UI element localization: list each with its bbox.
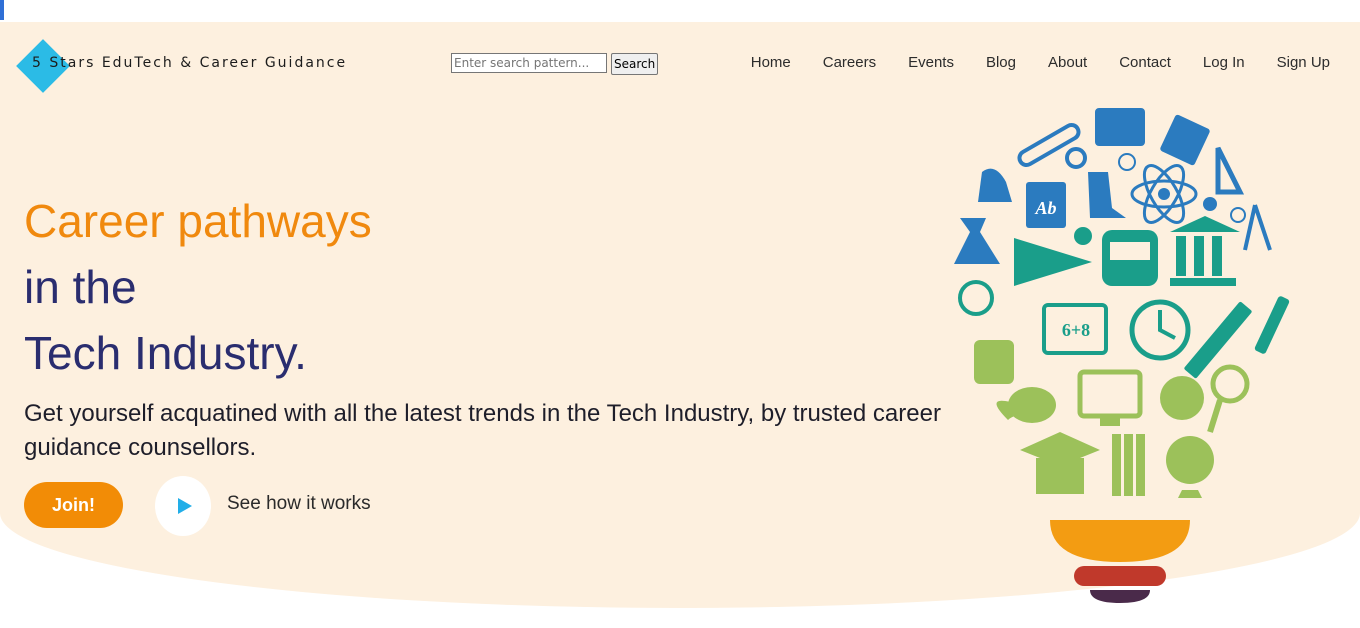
bulb-base-red bbox=[1074, 566, 1166, 586]
nav-events[interactable]: Events bbox=[908, 54, 954, 71]
see-how-link[interactable]: See how it works bbox=[227, 493, 371, 515]
nav-home[interactable]: Home bbox=[751, 54, 791, 71]
join-button[interactable]: Join! bbox=[24, 482, 123, 528]
search-input[interactable] bbox=[451, 53, 607, 73]
play-button[interactable] bbox=[155, 476, 211, 536]
headline-line-3: Tech Industry. bbox=[24, 327, 307, 379]
nav-signup[interactable]: Sign Up bbox=[1277, 54, 1330, 71]
headline-line-1: Career pathways bbox=[24, 195, 372, 247]
book-label: Ab bbox=[1034, 198, 1056, 218]
corner-marker bbox=[0, 0, 4, 20]
hero-subtext: Get yourself acquatined with all the lat… bbox=[24, 400, 941, 461]
search-button[interactable]: Search bbox=[611, 53, 659, 75]
nav-contact[interactable]: Contact bbox=[1119, 54, 1171, 71]
lightbulb-illustration: Ab 6+8 bbox=[954, 108, 1290, 603]
main-nav: Home Careers Events Blog About Contact L… bbox=[751, 54, 1330, 71]
math-board-label: 6+8 bbox=[1062, 320, 1090, 340]
search-bar: Search bbox=[451, 53, 659, 75]
nav-careers[interactable]: Careers bbox=[823, 54, 876, 71]
brand-name: 5 Stars EduTech & Career Guidance bbox=[32, 55, 348, 71]
hero-headline: Career pathways in the Tech Industry. bbox=[24, 188, 372, 386]
headline-line-2: in the bbox=[24, 261, 137, 313]
bulb-base-purple bbox=[1090, 590, 1150, 603]
nav-about[interactable]: About bbox=[1048, 54, 1087, 71]
nav-login[interactable]: Log In bbox=[1203, 54, 1245, 71]
bulb-base-orange bbox=[1050, 520, 1190, 562]
nav-blog[interactable]: Blog bbox=[986, 54, 1016, 71]
play-icon bbox=[178, 498, 192, 514]
